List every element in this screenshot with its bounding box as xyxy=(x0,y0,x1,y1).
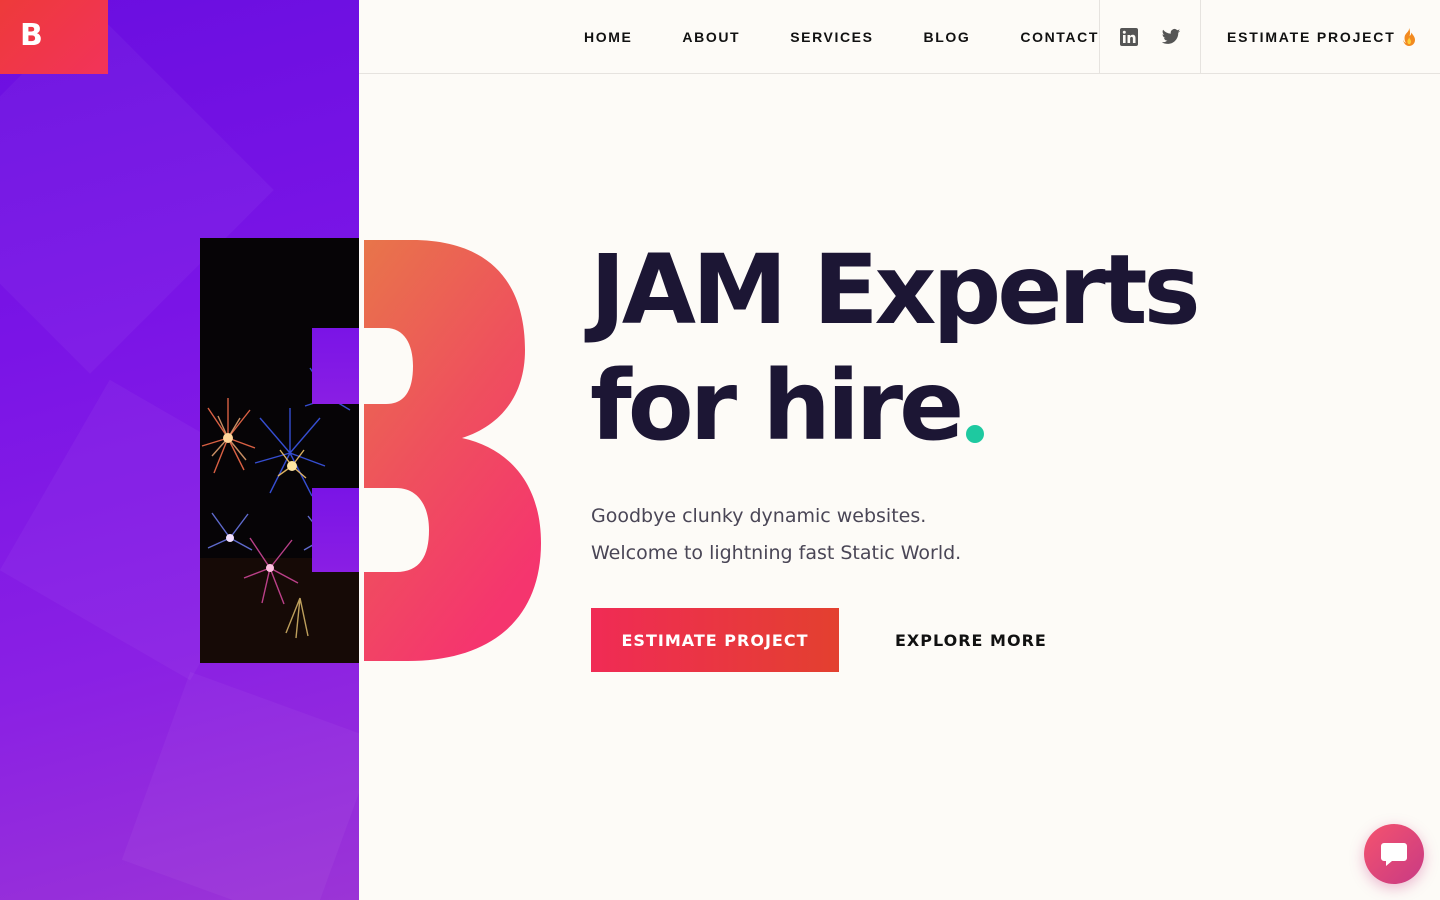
estimate-project-button[interactable]: ESTIMATE PROJECT xyxy=(591,608,839,672)
social-links xyxy=(1099,0,1201,74)
accent-dot xyxy=(966,425,985,443)
chat-launcher-button[interactable] xyxy=(1364,824,1424,884)
site-header: HOME ABOUT SERVICES BLOG CONTACT ESTIMAT… xyxy=(359,0,1440,74)
hero-subtitle-line2: Welcome to lightning fast Static World. xyxy=(591,542,962,564)
hero-subtitle: Goodbye clunky dynamic websites. Welcome… xyxy=(591,498,961,572)
nav-services[interactable]: SERVICES xyxy=(790,29,873,45)
header-estimate-button[interactable]: ESTIMATE PROJECT xyxy=(1227,0,1416,74)
chat-bubble-icon xyxy=(1381,843,1407,866)
logo-letter: B xyxy=(20,18,43,53)
hero-title-line2-wrap: for hire xyxy=(590,348,1197,464)
explore-more-button[interactable]: EXPLORE MORE xyxy=(895,608,1047,672)
hero-subtitle-line1: Goodbye clunky dynamic websites. xyxy=(591,505,927,527)
fireworks-image xyxy=(200,238,359,663)
main-nav: HOME ABOUT SERVICES BLOG CONTACT xyxy=(534,0,1099,74)
linkedin-icon[interactable] xyxy=(1119,27,1139,47)
brand-logo[interactable]: B xyxy=(0,0,108,74)
fire-icon xyxy=(1402,28,1415,46)
nav-about[interactable]: ABOUT xyxy=(682,29,740,45)
hero-title-line1: JAM Experts xyxy=(590,234,1201,346)
brand-b-artwork xyxy=(200,238,541,663)
nav-home[interactable]: HOME xyxy=(584,29,632,45)
nav-blog[interactable]: BLOG xyxy=(924,29,971,45)
header-cta-label: ESTIMATE PROJECT xyxy=(1227,29,1396,45)
hero-title-line2: for hire xyxy=(590,350,964,462)
nav-contact[interactable]: CONTACT xyxy=(1020,29,1099,45)
hero-title: JAM Experts for hire xyxy=(590,232,1201,464)
twitter-icon[interactable] xyxy=(1161,27,1181,47)
